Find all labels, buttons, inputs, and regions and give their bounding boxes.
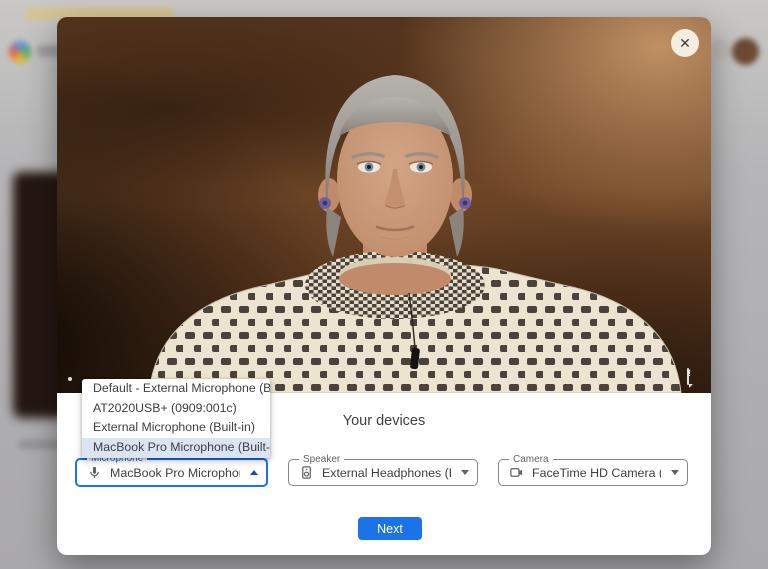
- background-account-icon: [711, 39, 731, 59]
- close-icon: ✕: [679, 35, 691, 51]
- more-options-icon[interactable]: [68, 377, 72, 381]
- close-button[interactable]: ✕: [671, 29, 699, 57]
- mic-icon: [87, 465, 102, 480]
- google-logo-icon: [9, 41, 31, 63]
- menu-item-default-external-mic[interactable]: Default - External Microphone (Built-in): [82, 379, 270, 399]
- menu-item-at2020usb[interactable]: AT2020USB+ (0909:001c): [82, 399, 270, 419]
- camera-value: FaceTime HD Camera (Built-in...: [532, 466, 661, 480]
- videocam-icon: [509, 465, 524, 480]
- microphone-value: MacBook Pro Microphone (Bu...: [110, 466, 240, 480]
- feedback-icon: !: [687, 368, 689, 385]
- camera-preview: ! ✕: [57, 17, 711, 393]
- background-caption-text: [18, 440, 60, 449]
- speaker-value: External Headphones (Built-in): [322, 466, 451, 480]
- chevron-down-icon: [671, 470, 679, 475]
- avatar: [732, 38, 759, 65]
- speaker-icon: [299, 465, 314, 480]
- feedback-button[interactable]: !: [677, 365, 699, 387]
- chevron-down-icon: [461, 470, 469, 475]
- camera-field-label: Camera: [509, 454, 553, 465]
- microphone-select[interactable]: Microphone MacBook Pro Microphone (Bu...: [75, 458, 268, 487]
- speaker-select[interactable]: Speaker External Headphones (Built-in): [288, 459, 478, 486]
- menu-item-macbook-pro-mic[interactable]: MacBook Pro Microphone (Built-in): [82, 438, 270, 458]
- speaker-field-label: Speaker: [299, 454, 344, 465]
- next-button[interactable]: Next: [358, 517, 422, 540]
- camera-select[interactable]: Camera FaceTime HD Camera (Built-in...: [498, 459, 688, 486]
- device-setup-dialog: ! ✕ Your devices Microphone MacBook Pro …: [57, 17, 711, 555]
- chevron-up-icon: [250, 470, 258, 475]
- webcam-person: [57, 17, 711, 393]
- microphone-dropdown-menu: Default - External Microphone (Built-in)…: [82, 379, 270, 458]
- menu-item-external-mic[interactable]: External Microphone (Built-in): [82, 418, 270, 438]
